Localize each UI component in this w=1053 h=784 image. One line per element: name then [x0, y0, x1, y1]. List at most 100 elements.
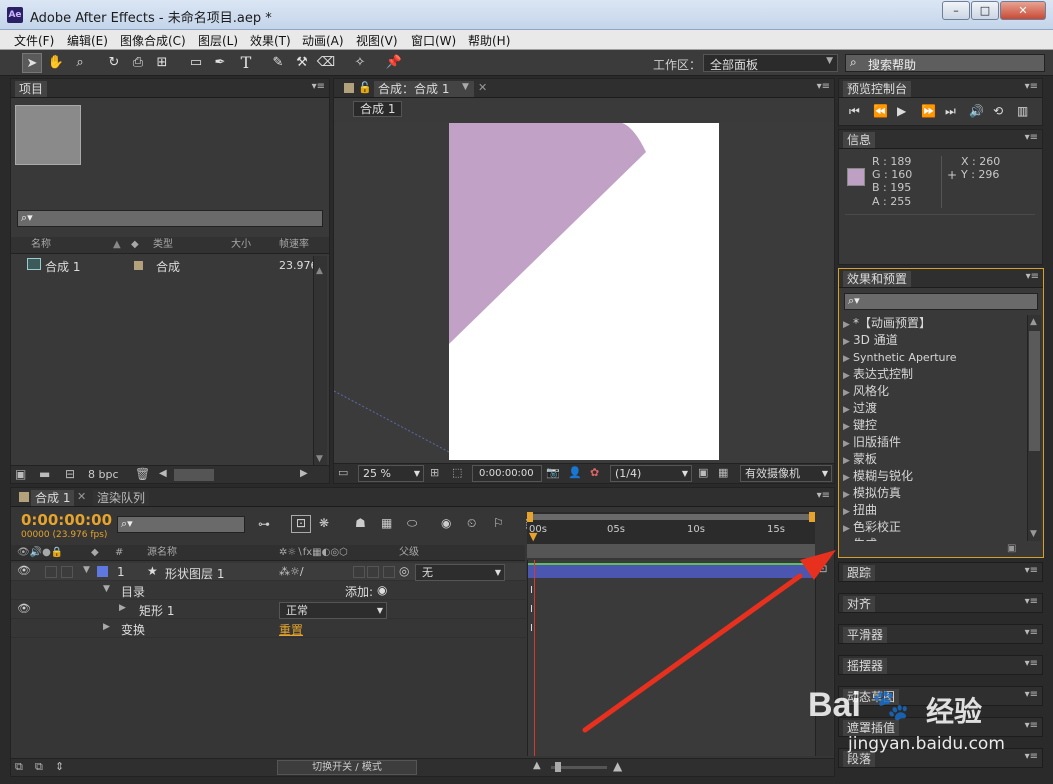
horizontal-scrollbar-thumb[interactable]: [174, 469, 214, 481]
label-column-icon[interactable]: ◆: [91, 545, 99, 561]
effect-category[interactable]: ▶ 蒙板: [843, 451, 877, 468]
project-search-input[interactable]: ⌕▾: [17, 210, 323, 227]
layer-row[interactable]: 👁 ▼ 1 ★ 形状图层 1 ⁂☼∕ ◎ 无 ▼: [11, 563, 526, 581]
solo-toggle[interactable]: [45, 566, 57, 578]
resolution-select[interactable]: (1/4) ▼: [610, 465, 692, 482]
time-zoom-slider-thumb[interactable]: [555, 762, 561, 772]
timeline-navigator[interactable]: [527, 544, 815, 558]
tab-paragraph[interactable]: 段落: [843, 751, 876, 767]
work-area-bar[interactable]: [527, 514, 813, 520]
region-of-interest-icon[interactable]: ▣: [698, 466, 708, 479]
menu-effect[interactable]: 效果(T): [250, 32, 291, 49]
mask-visibility-icon[interactable]: ⬚: [452, 466, 462, 479]
ram-preview-icon[interactable]: ▥: [1017, 104, 1028, 118]
lock-toggle[interactable]: [61, 566, 73, 578]
play-icon[interactable]: ▶: [897, 104, 906, 118]
project-scrollbar[interactable]: ▲ ▼: [313, 256, 327, 466]
panel-menu-icon[interactable]: ▾≡: [817, 81, 830, 92]
current-time-indicator-icon[interactable]: ▼: [529, 530, 537, 543]
tab-timeline-comp[interactable]: 合成 1: [31, 490, 75, 506]
zoom-in-icon[interactable]: ▲: [613, 759, 622, 773]
auto-keyframe-icon[interactable]: ⏲: [467, 516, 476, 531]
scroll-right-icon[interactable]: ▶: [300, 468, 308, 479]
menu-view[interactable]: 视图(V): [356, 32, 398, 49]
scrollbar-thumb[interactable]: [1029, 331, 1040, 451]
close-tab-icon[interactable]: ✕: [77, 490, 86, 503]
scroll-up-icon[interactable]: ▲: [316, 266, 323, 276]
workspace-select[interactable]: 全部面板 ▼: [703, 54, 838, 72]
col-parent[interactable]: 父级: [399, 545, 419, 561]
in-out-icon[interactable]: ⇕: [55, 760, 64, 773]
maximize-button[interactable]: □: [971, 1, 999, 20]
switch-box[interactable]: [383, 566, 395, 578]
roto-brush-tool-icon[interactable]: ✧: [350, 53, 370, 73]
eraser-tool-icon[interactable]: ⌫: [316, 53, 336, 73]
menu-composition[interactable]: 图像合成(C): [120, 32, 186, 49]
menu-animation[interactable]: 动画(A): [302, 32, 344, 49]
rectangle-tool-icon[interactable]: ▭: [186, 53, 206, 73]
close-button[interactable]: ✕: [1000, 1, 1046, 20]
composition-mini-flowchart-icon[interactable]: ⊶: [258, 517, 270, 531]
expand-panes-icon[interactable]: ⧉: [15, 760, 23, 774]
hand-tool-icon[interactable]: ✋: [46, 53, 66, 73]
project-item-row[interactable]: 合成 1 合成 23.976: [11, 256, 318, 274]
effect-category[interactable]: ▶ 扭曲: [843, 502, 877, 519]
rotate-tool-icon[interactable]: ↻: [104, 53, 124, 73]
scroll-left-icon[interactable]: ◀: [159, 468, 167, 479]
toggle-switches-modes-button[interactable]: 切换开关 / 模式: [277, 760, 417, 775]
col-size[interactable]: 大小: [231, 237, 251, 253]
layer-name[interactable]: 形状图层 1: [165, 565, 224, 582]
tab-smoother[interactable]: 平滑器: [843, 627, 888, 643]
help-search-input[interactable]: ⌕ 搜索帮助: [845, 54, 1045, 72]
tab-tracker[interactable]: 跟踪: [843, 565, 876, 581]
time-ruler[interactable]: 00s 05s 10s 15s ▼: [527, 512, 815, 544]
puppet-pin-tool-icon[interactable]: 📌: [384, 53, 404, 73]
selection-tool-icon[interactable]: ➤: [22, 53, 42, 73]
comp-button-icon[interactable]: ⊡: [819, 564, 827, 575]
contents-row[interactable]: ▼ 目录 添加: ◉: [11, 582, 526, 600]
expand-contents-icon[interactable]: ▼: [103, 584, 110, 594]
effect-category[interactable]: ▶ 旧版插件: [843, 434, 901, 451]
effects-search-input[interactable]: ⌕▾: [844, 293, 1038, 310]
effect-category[interactable]: ▶ 3D 通道: [843, 332, 898, 349]
menu-file[interactable]: 文件(F): [14, 32, 54, 49]
panel-menu-icon[interactable]: ▾≡: [1026, 271, 1039, 282]
effect-category[interactable]: ▶ 过渡: [843, 400, 877, 417]
channel-icon[interactable]: ✿: [590, 466, 599, 479]
col-fps[interactable]: 帧速率: [279, 237, 309, 253]
tab-effects-presets[interactable]: 效果和预置: [843, 271, 912, 287]
bpc-button[interactable]: 8 bpc: [88, 468, 119, 481]
comp-viewer[interactable]: [334, 122, 834, 462]
frame-blending-icon[interactable]: ▦: [381, 516, 392, 530]
visibility-eye-icon[interactable]: 👁: [17, 602, 31, 615]
trash-icon[interactable]: 🗑: [135, 467, 150, 481]
timeline-timecode[interactable]: 0:00:00:00: [21, 511, 112, 529]
text-tool-icon[interactable]: T: [236, 53, 256, 73]
zoom-tool-icon[interactable]: ⌕: [70, 53, 90, 73]
panel-menu-icon[interactable]: ▾≡: [1025, 81, 1038, 92]
tab-preview[interactable]: 预览控制台: [843, 81, 912, 97]
always-preview-icon[interactable]: ▭: [338, 466, 348, 479]
transfer-controls-icon[interactable]: ⧉: [35, 760, 43, 774]
effect-category[interactable]: ▶生成: [843, 536, 877, 541]
menu-layer[interactable]: 图层(L): [198, 32, 238, 49]
tab-composition[interactable]: 合成：合成 1: [374, 81, 474, 97]
menu-edit[interactable]: 编辑(E): [67, 32, 108, 49]
panel-menu-icon[interactable]: ▾≡: [1025, 689, 1038, 700]
keyframe-marker[interactable]: I: [530, 585, 533, 596]
effect-category[interactable]: ▶ Synthetic Aperture: [843, 349, 957, 366]
tab-project[interactable]: 项目: [15, 81, 48, 97]
effect-category[interactable]: ▶ 模拟仿真: [843, 485, 901, 502]
keyframe-marker[interactable]: I: [530, 623, 533, 634]
keyframe-marker[interactable]: I: [530, 604, 533, 615]
transparency-grid-icon[interactable]: ▦: [718, 466, 728, 479]
tab-render-queue[interactable]: 渲染队列: [93, 490, 150, 506]
minimize-button[interactable]: –: [942, 1, 970, 20]
tab-motion-sketch[interactable]: 动态草图: [843, 689, 900, 705]
new-composition-icon[interactable]: ⊟: [65, 467, 75, 481]
parent-select[interactable]: 无 ▼: [415, 564, 505, 581]
panel-menu-icon[interactable]: ▾≡: [1025, 658, 1038, 669]
expand-transform-icon[interactable]: ▶: [103, 622, 110, 632]
first-frame-icon[interactable]: ⏮: [849, 104, 860, 119]
effect-category[interactable]: ▶ 色彩校正: [843, 519, 901, 536]
